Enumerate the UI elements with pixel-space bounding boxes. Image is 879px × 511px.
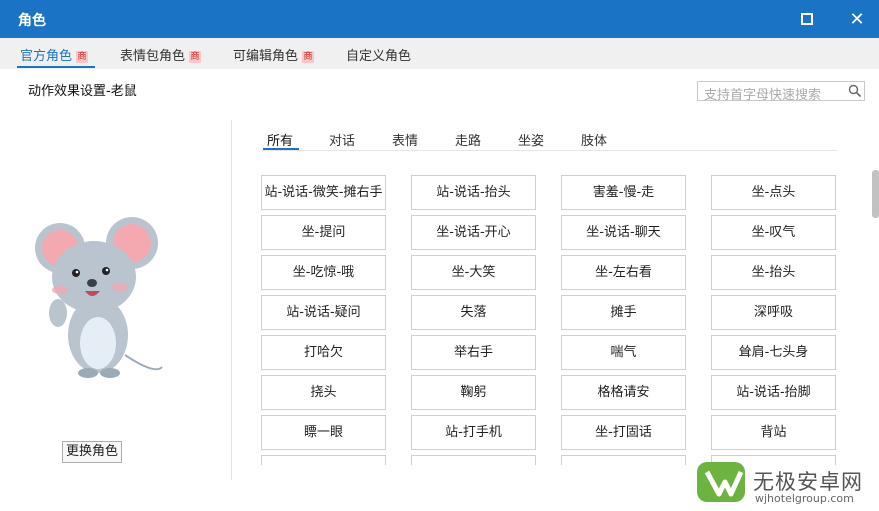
category-divider xyxy=(262,150,837,151)
tab-label: 可编辑角色 xyxy=(233,49,299,64)
action-button[interactable]: 打哈欠 xyxy=(261,335,386,370)
watermark-url: wjhotelgroup.com xyxy=(755,492,854,505)
action-button[interactable]: 失落 xyxy=(411,295,536,330)
business-badge: 商 xyxy=(76,51,89,63)
action-button[interactable]: 瞟一眼 xyxy=(261,415,386,450)
action-button[interactable]: 坐-说话-聊天 xyxy=(561,215,686,250)
action-button[interactable]: 背站 xyxy=(711,415,836,450)
tab-custom-roles[interactable]: 自定义角色 xyxy=(346,45,411,64)
action-button[interactable]: 害羞-慢-走 xyxy=(561,175,686,210)
action-button[interactable]: 站-打手机 xyxy=(411,415,536,450)
tab-label: 表情包角色 xyxy=(120,49,186,64)
search-icon[interactable] xyxy=(848,84,862,98)
action-button[interactable]: 坐-大笑 xyxy=(411,255,536,290)
action-button[interactable] xyxy=(411,455,536,465)
action-button[interactable]: 格格请安 xyxy=(561,375,686,410)
title-bar: 角色 ✕ xyxy=(0,0,879,38)
tab-editable-roles[interactable]: 可编辑角色商 xyxy=(233,45,315,64)
action-button[interactable]: 坐-提问 xyxy=(261,215,386,250)
close-icon: ✕ xyxy=(849,8,865,30)
action-button[interactable]: 坐-吃惊-哦 xyxy=(261,255,386,290)
action-button[interactable]: 坐-点头 xyxy=(711,175,836,210)
maximize-button[interactable] xyxy=(797,9,817,29)
tab-label: 官方角色 xyxy=(20,49,73,64)
category-sitting[interactable]: 坐姿 xyxy=(518,130,544,149)
category-expression[interactable]: 表情 xyxy=(392,130,418,149)
action-button[interactable]: 坐-左右看 xyxy=(561,255,686,290)
mouse-character-image xyxy=(30,205,170,389)
action-button[interactable]: 站-说话-微笑-摊右手 xyxy=(261,175,386,210)
watermark-icon xyxy=(697,462,745,502)
window-title: 角色 xyxy=(18,13,46,29)
action-button[interactable] xyxy=(561,455,686,465)
action-button[interactable] xyxy=(261,455,386,465)
action-button[interactable]: 坐-打固话 xyxy=(561,415,686,450)
action-button[interactable]: 举右手 xyxy=(411,335,536,370)
action-button[interactable]: 喘气 xyxy=(561,335,686,370)
action-button[interactable]: 站-说话-抬脚 xyxy=(711,375,836,410)
action-grid: 站-说话-微笑-摊右手 站-说话-抬头 害羞-慢-走 坐-点头 坐-提问 坐-说话-开心坐… xyxy=(261,175,836,465)
category-dialogue[interactable]: 对话 xyxy=(329,130,355,149)
business-badge: 商 xyxy=(302,51,315,63)
close-button[interactable]: ✕ xyxy=(847,8,867,30)
panel-divider xyxy=(231,120,232,480)
action-button[interactable]: 深呼吸 xyxy=(711,295,836,330)
action-button[interactable]: 坐-抬头 xyxy=(711,255,836,290)
maximize-icon xyxy=(801,13,813,25)
role-tab-bar: 官方角色商 表情包角色商 可编辑角色商 自定义角色 支持首字母快速搜索 xyxy=(0,38,879,103)
action-button[interactable]: 坐-说话-开心 xyxy=(411,215,536,250)
category-walking[interactable]: 走路 xyxy=(455,130,481,149)
search-placeholder: 支持首字母快速搜索 xyxy=(704,88,822,103)
action-button[interactable]: 摊手 xyxy=(561,295,686,330)
active-tab-indicator xyxy=(17,66,95,68)
search-input[interactable]: 支持首字母快速搜索 xyxy=(697,81,865,103)
change-role-button[interactable]: 更换角色 xyxy=(62,441,122,463)
watermark-logo: 无极安卓网 wjhotelgroup.com xyxy=(695,458,875,508)
action-button[interactable]: 鞠躬 xyxy=(411,375,536,410)
page-title: 动作效果设置-老鼠 xyxy=(28,84,137,99)
action-button[interactable]: 站-说话-抬头 xyxy=(411,175,536,210)
action-button[interactable]: 站-说话-疑问 xyxy=(261,295,386,330)
business-badge: 商 xyxy=(189,51,202,63)
category-all[interactable]: 所有 xyxy=(267,130,293,149)
action-button[interactable]: 耸肩-七头身 xyxy=(711,335,836,370)
category-limbs[interactable]: 肢体 xyxy=(581,130,607,149)
action-button[interactable]: 挠头 xyxy=(261,375,386,410)
tab-label: 自定义角色 xyxy=(346,49,412,64)
tab-emoji-roles[interactable]: 表情包角色商 xyxy=(120,45,202,64)
tab-official-roles[interactable]: 官方角色商 xyxy=(20,45,89,64)
action-button[interactable]: 坐-叹气 xyxy=(711,215,836,250)
scrollbar-thumb[interactable] xyxy=(872,170,879,218)
